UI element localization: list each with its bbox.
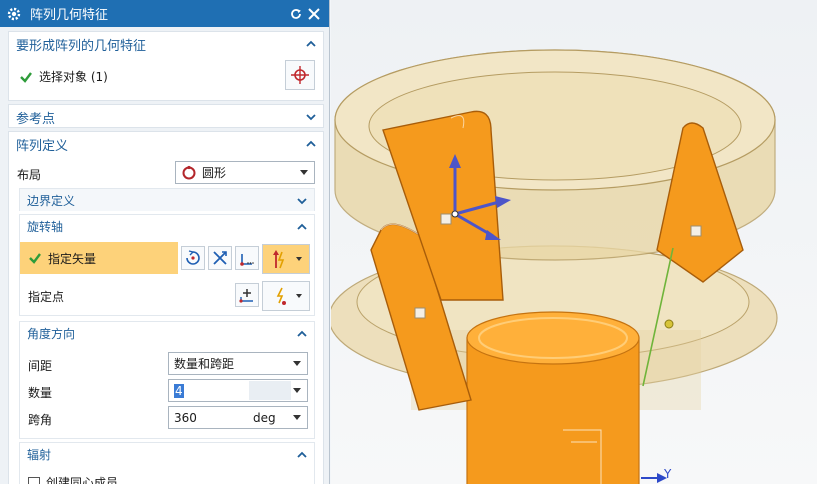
radiate-header[interactable]: 辐射 [20, 443, 314, 465]
point-marker [664, 319, 674, 329]
inferred-vector-dropdown[interactable] [262, 244, 310, 274]
boundary-definition-header[interactable]: 边界定义 [20, 189, 314, 211]
dialog-title: 阵列几何特征 [30, 8, 109, 23]
specify-vector-row[interactable]: 指定矢量 [20, 242, 178, 274]
chevron-down-icon[interactable] [296, 195, 308, 207]
angle-direction-header[interactable]: 角度方向 [20, 322, 314, 344]
chevron-down-icon[interactable] [305, 111, 317, 123]
reverse-direction-button[interactable] [208, 246, 232, 270]
boundary-definition-title: 边界定义 [27, 193, 76, 208]
point-dialog-button[interactable] [235, 283, 259, 307]
rotation-axis-title: 旋转轴 [27, 219, 64, 234]
count-value[interactable]: 4 [174, 383, 184, 398]
y-axis-label: Y [663, 467, 672, 481]
chevron-up-icon[interactable] [305, 138, 317, 150]
axis-options-icon [240, 254, 254, 266]
chevron-down-icon [296, 294, 302, 298]
reset-icon [291, 8, 301, 19]
close-icon [308, 7, 320, 20]
span-angle-field[interactable]: 360 deg [168, 406, 308, 429]
model-view[interactable]: Y [331, 0, 817, 484]
select-object-label: 选择对象 (1) [39, 70, 108, 84]
spacing-value: 数量和跨距 [174, 357, 235, 371]
count-label: 数量 [28, 386, 53, 400]
reference-point-header[interactable]: 参考点 [9, 105, 323, 129]
cube-marker [440, 213, 452, 225]
inferred-vector-icon [273, 250, 285, 269]
chevron-down-icon [293, 388, 301, 393]
chevron-up-icon[interactable] [296, 449, 308, 461]
central-cylinder-top [466, 311, 640, 365]
specify-point-label: 指定点 [28, 290, 65, 304]
layout-label: 布局 [17, 168, 42, 182]
angle-direction-section: 角度方向 间距 数量和跨距 数量 4 跨角 360 deg [19, 321, 315, 439]
cube-marker [414, 307, 426, 319]
check-icon [20, 71, 32, 83]
vector-options-button[interactable] [235, 246, 259, 270]
cube-marker [690, 225, 702, 237]
gear-icon[interactable] [6, 6, 22, 22]
graphics-viewport[interactable]: Y [331, 0, 817, 484]
angle-direction-title: 角度方向 [27, 326, 76, 341]
vector-dialog-icon [186, 250, 200, 265]
count-field[interactable]: 4 [168, 379, 308, 402]
concentric-members-label: 创建同心成员 [46, 476, 119, 484]
point-dialog-icon [239, 289, 253, 303]
pattern-feature-dialog: 阵列几何特征 要形成阵列的几何特征 选择对象 (1) 参考点 阵列定义 布局 圆… [0, 0, 330, 484]
array-definition-section: 阵列定义 布局 圆形 边界定义 旋转轴 指定矢量 指定点 角度方向 间距 数量和… [8, 131, 324, 484]
radiate-title: 辐射 [27, 447, 52, 462]
concentric-members-row[interactable]: 创建同心成员 [28, 474, 118, 484]
span-angle-value[interactable]: 360 [174, 411, 197, 425]
span-angle-label: 跨角 [28, 413, 53, 427]
reference-point-section: 参考点 [8, 104, 324, 128]
circular-layout-icon [182, 165, 196, 179]
boundary-definition-section: 边界定义 [19, 188, 315, 211]
chevron-down-icon [296, 257, 302, 261]
array-definition-header[interactable]: 阵列定义 [9, 132, 323, 156]
chevron-down-icon [293, 361, 301, 366]
rotation-axis-section: 旋转轴 指定矢量 指定点 [19, 214, 315, 316]
select-object-button[interactable] [285, 60, 315, 90]
layout-dropdown[interactable]: 圆形 [175, 161, 315, 184]
inferred-point-dropdown[interactable] [262, 281, 310, 311]
features-section-title: 要形成阵列的几何特征 [16, 38, 147, 54]
close-button[interactable] [305, 5, 323, 23]
chevron-down-icon [293, 415, 301, 420]
check-icon [29, 253, 41, 264]
vector-dialog-button[interactable] [181, 246, 205, 270]
reference-point-title: 参考点 [16, 111, 56, 127]
span-angle-unit: deg [253, 410, 276, 425]
layout-value: 圆形 [202, 166, 227, 180]
crosshair-icon [291, 66, 309, 84]
count-expression-box [249, 381, 291, 400]
chevron-up-icon[interactable] [296, 221, 308, 233]
select-object-row[interactable]: 选择对象 (1) [19, 68, 108, 85]
chevron-down-icon [300, 170, 308, 175]
reset-button[interactable] [287, 5, 305, 23]
radiate-section: 辐射 创建同心成员 [19, 442, 315, 484]
spacing-dropdown[interactable]: 数量和跨距 [168, 352, 308, 375]
dialog-titlebar: 阵列几何特征 [0, 0, 329, 27]
concentric-members-checkbox[interactable] [28, 476, 40, 484]
specify-vector-label: 指定矢量 [48, 251, 97, 266]
array-definition-title: 阵列定义 [16, 138, 69, 154]
features-section-header[interactable]: 要形成阵列的几何特征 [9, 32, 323, 56]
spacing-label: 间距 [28, 359, 53, 373]
inferred-point-icon [276, 287, 286, 305]
chevron-up-icon[interactable] [305, 38, 317, 50]
reverse-direction-icon [213, 251, 227, 265]
features-section: 要形成阵列的几何特征 选择对象 (1) [8, 31, 324, 101]
rotation-axis-header[interactable]: 旋转轴 [20, 215, 314, 237]
chevron-up-icon[interactable] [296, 328, 308, 340]
